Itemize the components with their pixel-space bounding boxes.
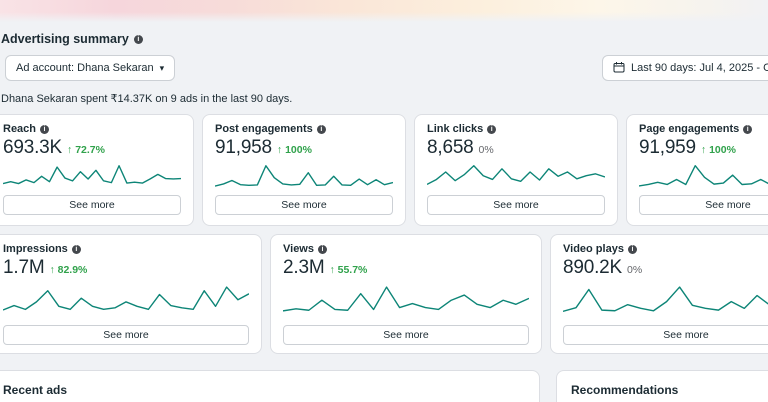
stat-value-row: 2.3M ↑ 55.7% bbox=[283, 258, 529, 280]
page-title: Advertising summary bbox=[1, 32, 129, 46]
see-more-button[interactable]: See more bbox=[427, 195, 605, 215]
see-more-button[interactable]: See more bbox=[215, 195, 393, 215]
page-header: Advertising summary bbox=[1, 32, 768, 46]
spend-summary-text: Dhana Sekaran spent ₹14.37K on 9 ads in … bbox=[1, 93, 293, 105]
see-more-button[interactable]: See more bbox=[563, 325, 768, 345]
stat-card-title: Impressions bbox=[3, 243, 68, 255]
stat-card-header: Reach bbox=[3, 123, 181, 136]
stat-card: Impressions 1.7M ↑ 82.9% See more bbox=[0, 234, 262, 354]
stat-value-row: 693.3K ↑ 72.7% bbox=[3, 138, 181, 160]
stat-card-header: Link clicks bbox=[427, 123, 605, 136]
stat-value: 91,959 bbox=[639, 137, 696, 158]
ad-account-label: Ad account: Dhana Sekaran bbox=[16, 62, 154, 74]
info-icon[interactable] bbox=[71, 245, 81, 254]
info-icon[interactable] bbox=[487, 125, 497, 134]
see-more-button[interactable]: See more bbox=[3, 325, 249, 345]
stat-value: 91,958 bbox=[215, 137, 272, 158]
stat-value-row: 91,959 ↑ 100% bbox=[639, 138, 768, 160]
sparkline-chart bbox=[283, 282, 529, 320]
sparkline-chart bbox=[3, 282, 249, 320]
see-more-button[interactable]: See more bbox=[283, 325, 529, 345]
stat-card-header: Page engagements bbox=[639, 123, 768, 136]
stat-card: Page engagements 91,959 ↑ 100% See more bbox=[626, 114, 768, 226]
page: Advertising summary Ad account: Dhana Se… bbox=[0, 0, 768, 402]
stat-value: 1.7M bbox=[3, 257, 45, 278]
info-icon[interactable] bbox=[316, 125, 326, 134]
stat-value-row: 1.7M ↑ 82.9% bbox=[3, 258, 249, 280]
stat-value-row: 91,958 ↑ 100% bbox=[215, 138, 393, 160]
sparkline-chart bbox=[639, 162, 768, 190]
stat-value-row: 890.2K 0% bbox=[563, 258, 768, 280]
top-gradient-banner bbox=[0, 0, 768, 22]
info-icon[interactable] bbox=[627, 245, 637, 254]
stat-card-title: Post engagements bbox=[215, 123, 313, 135]
stat-delta: ↑ 55.7% bbox=[329, 264, 368, 276]
see-more-button[interactable]: See more bbox=[639, 195, 768, 215]
info-icon[interactable] bbox=[133, 34, 143, 44]
stat-value: 8,658 bbox=[427, 137, 474, 158]
date-range-label: Last 90 days: Jul 4, 2025 - Oct 1, 2025 bbox=[631, 62, 768, 74]
stat-card-title: Views bbox=[283, 243, 314, 255]
stat-delta: 0% bbox=[478, 144, 494, 156]
calendar-icon bbox=[613, 61, 625, 76]
see-more-button[interactable]: See more bbox=[3, 195, 181, 215]
stat-rows: Reach 693.3K ↑ 72.7% See more Post engag… bbox=[0, 114, 768, 354]
controls-row: Ad account: Dhana Sekaran ▾ Last 90 days… bbox=[4, 55, 768, 81]
bottom-sections: Recent ads Recommendations bbox=[0, 370, 768, 402]
sparkline-chart bbox=[427, 162, 605, 190]
stat-card: Reach 693.3K ↑ 72.7% See more bbox=[0, 114, 194, 226]
stat-card-header: Video plays bbox=[563, 243, 768, 256]
info-icon[interactable] bbox=[743, 125, 753, 134]
stat-card: Link clicks 8,658 0% See more bbox=[414, 114, 618, 226]
stat-delta: ↑ 100% bbox=[700, 144, 736, 156]
recent-ads-title: Recent ads bbox=[3, 383, 68, 397]
sparkline-chart bbox=[563, 282, 768, 320]
stat-delta: 0% bbox=[627, 264, 643, 276]
info-icon[interactable] bbox=[318, 245, 327, 254]
recommendations-title: Recommendations bbox=[571, 383, 679, 397]
stat-card: Views 2.3M ↑ 55.7% See more bbox=[270, 234, 542, 354]
stat-value: 2.3M bbox=[283, 257, 325, 278]
stat-card-title: Link clicks bbox=[427, 123, 484, 135]
recommendations-panel: Recommendations bbox=[556, 370, 768, 402]
stat-card-title: Reach bbox=[3, 123, 37, 135]
date-range-selector[interactable]: Last 90 days: Jul 4, 2025 - Oct 1, 2025 bbox=[602, 55, 768, 81]
stat-value-row: 8,658 0% bbox=[427, 138, 605, 160]
stat-row: Reach 693.3K ↑ 72.7% See more Post engag… bbox=[0, 114, 768, 226]
stat-value: 693.3K bbox=[3, 137, 63, 158]
stat-card: Post engagements 91,958 ↑ 100% See more bbox=[202, 114, 406, 226]
sparkline-chart bbox=[3, 162, 181, 190]
stat-delta: ↑ 72.7% bbox=[67, 144, 105, 156]
stat-delta: ↑ 100% bbox=[276, 144, 312, 156]
recent-ads-panel: Recent ads bbox=[0, 370, 540, 402]
stat-delta: ↑ 82.9% bbox=[49, 264, 88, 276]
stat-value: 890.2K bbox=[563, 257, 623, 278]
stat-card-title: Video plays bbox=[563, 243, 624, 255]
stat-card-title: Page engagements bbox=[639, 123, 740, 135]
stat-card-header: Post engagements bbox=[215, 123, 393, 136]
sparkline-chart bbox=[215, 162, 393, 190]
stat-row: Impressions 1.7M ↑ 82.9% See more Views … bbox=[0, 234, 768, 354]
stat-card-header: Impressions bbox=[3, 243, 249, 256]
stat-card-header: Views bbox=[283, 243, 529, 256]
ad-account-selector[interactable]: Ad account: Dhana Sekaran ▾ bbox=[5, 55, 176, 81]
info-icon[interactable] bbox=[40, 125, 50, 134]
stat-card: Video plays 890.2K 0% See more bbox=[550, 234, 768, 354]
chevron-down-icon: ▾ bbox=[159, 62, 165, 73]
